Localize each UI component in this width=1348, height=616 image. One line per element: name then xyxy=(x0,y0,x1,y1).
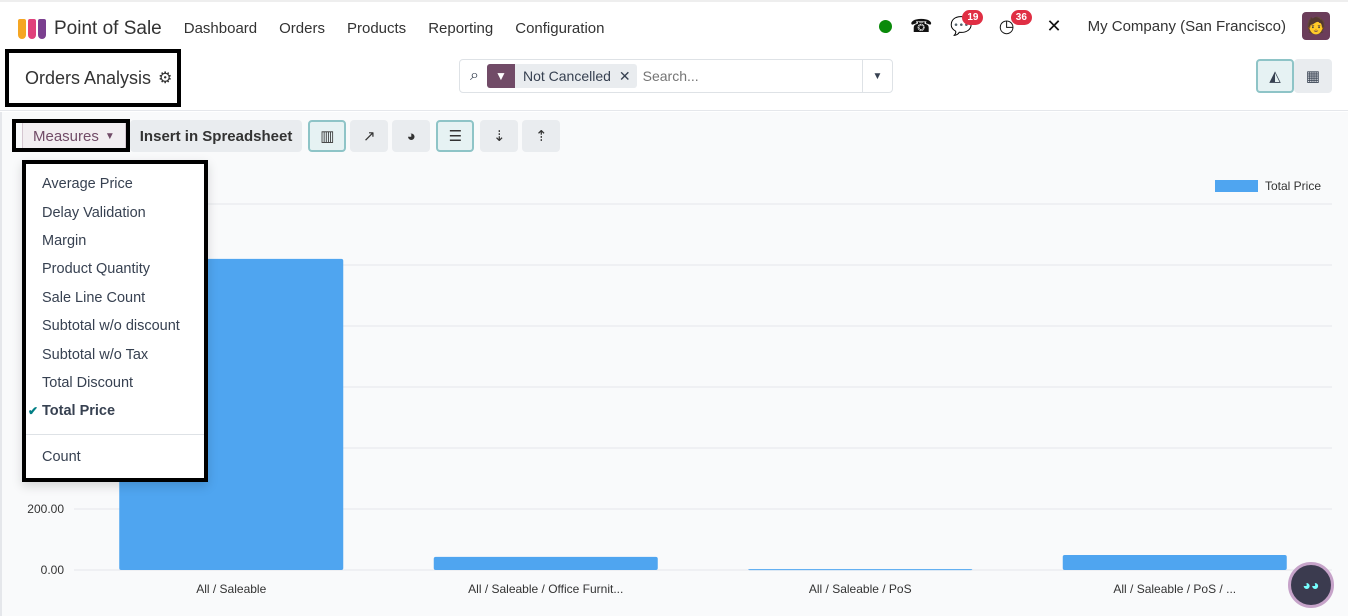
pivot-view-button[interactable]: ▦ xyxy=(1294,59,1332,93)
user-avatar[interactable]: 🧑 xyxy=(1302,12,1330,40)
remove-facet-icon[interactable]: ✕ xyxy=(619,68,637,85)
menu-divider xyxy=(26,433,204,435)
search-input[interactable] xyxy=(642,68,843,84)
menu-orders[interactable]: Orders xyxy=(279,20,325,37)
measure-margin[interactable]: Margin xyxy=(26,227,204,255)
filter-facet: ▼ Not Cancelled ✕ xyxy=(486,64,637,88)
y-tick-label: 200.00 xyxy=(27,502,64,516)
phone-icon[interactable]: ☎ xyxy=(910,16,932,37)
page-title-box: Orders Analysis ⚙ xyxy=(5,49,181,107)
facet-label: Not Cancelled xyxy=(522,68,611,84)
gear-icon[interactable]: ⚙ xyxy=(158,68,172,88)
top-navbar: Point of Sale Dashboard Orders Products … xyxy=(0,0,1348,55)
messages-badge: 19 xyxy=(962,9,984,25)
view-switcher: ◭ ▦ xyxy=(1256,59,1332,93)
filter-icon: ▼ xyxy=(486,64,515,88)
menu-products[interactable]: Products xyxy=(347,20,406,37)
bar xyxy=(433,556,658,570)
measure-product-quantity[interactable]: Product Quantity xyxy=(26,255,204,283)
activities-badge: 36 xyxy=(1010,9,1032,25)
measure-count[interactable]: Count xyxy=(26,443,204,471)
measure-subtotal-wo-discount[interactable]: Subtotal w/o discount xyxy=(26,312,204,340)
bar xyxy=(748,569,973,571)
legend-swatch xyxy=(1215,180,1258,192)
measure-delay-validation[interactable]: Delay Validation xyxy=(26,198,204,226)
pos-logo-icon[interactable] xyxy=(18,18,46,39)
graph-view-button[interactable]: ◭ xyxy=(1256,59,1294,93)
measure-average-price[interactable]: Average Price xyxy=(26,170,204,198)
menu-reporting[interactable]: Reporting xyxy=(428,20,493,37)
checkmark-icon: ✔ xyxy=(28,404,39,419)
search-options-toggle[interactable]: ▼ xyxy=(862,60,892,92)
company-switcher[interactable]: My Company (San Francisco) xyxy=(1088,18,1286,35)
search-bar: ⌕ ▼ Not Cancelled ✕ ▼ xyxy=(459,59,893,93)
messages-icon[interactable]: 💬 19 xyxy=(950,9,984,37)
measures-dropdown: Average Price Delay Validation Margin Pr… xyxy=(22,160,208,482)
page-title: Orders Analysis xyxy=(25,67,152,88)
measure-sale-line-count[interactable]: Sale Line Count xyxy=(26,284,204,312)
x-tick-label: All / Saleable / PoS / ... xyxy=(1113,582,1236,596)
measure-total-discount[interactable]: Total Discount xyxy=(26,369,204,397)
tools-icon[interactable]: ✕ xyxy=(1047,16,1062,37)
measure-total-price[interactable]: ✔ Total Price xyxy=(26,397,204,425)
measure-subtotal-wo-tax[interactable]: Subtotal w/o Tax xyxy=(26,340,204,368)
status-dot-icon xyxy=(878,19,892,33)
x-tick-label: All / Saleable / Office Furnit... xyxy=(468,582,623,596)
bar xyxy=(1062,555,1287,570)
menu-configuration[interactable]: Configuration xyxy=(515,20,604,37)
x-tick-label: All / Saleable xyxy=(196,582,266,596)
chatbot-icon[interactable]: ◕◕ xyxy=(1288,562,1334,608)
measure-total-price-label: Total Price xyxy=(42,403,116,420)
search-icon[interactable]: ⌕ xyxy=(470,67,479,85)
activity-clock-icon[interactable]: ◷ 36 xyxy=(999,9,1032,37)
menu-dashboard[interactable]: Dashboard xyxy=(184,20,257,37)
legend-label: Total Price xyxy=(1265,179,1321,193)
y-tick-label: 0.00 xyxy=(41,563,65,577)
app-name[interactable]: Point of Sale xyxy=(54,18,162,40)
control-panel: Orders Analysis ⚙ ⌕ ▼ Not Cancelled ✕ ▼ … xyxy=(0,49,1348,111)
x-tick-label: All / Saleable / PoS xyxy=(809,582,912,596)
